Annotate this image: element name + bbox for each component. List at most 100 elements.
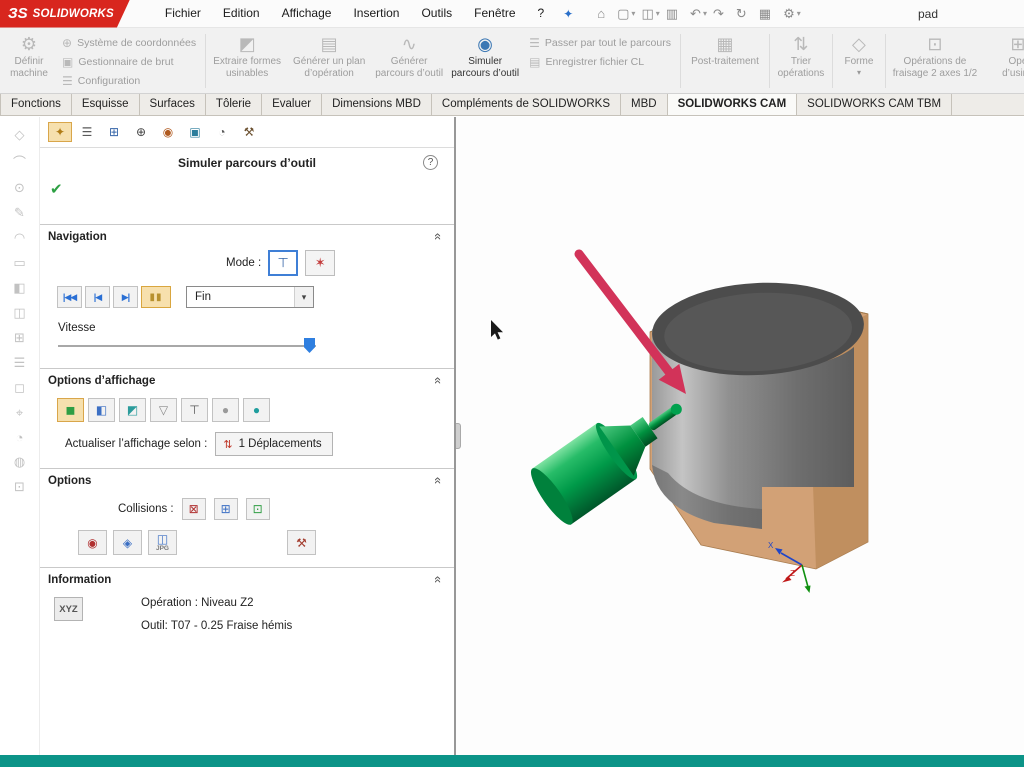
help-icon[interactable]: ? <box>423 155 438 170</box>
ribbon-shape-label: Forme <box>845 56 874 68</box>
home-icon[interactable]: ⌂ <box>591 6 611 21</box>
collision-holder-button[interactable]: ⊞ <box>214 498 238 520</box>
menu-affichage[interactable]: Affichage <box>271 0 343 27</box>
menu-insertion[interactable]: Insertion <box>342 0 410 27</box>
tab-dimensions-mbd[interactable]: Dimensions MBD <box>322 94 432 115</box>
play-to-next-button[interactable]: ▶| <box>113 286 138 308</box>
moves-button[interactable]: ⇅ 1 Déplacements <box>215 432 332 456</box>
sidebar-tool-icon[interactable]: ⌒ <box>13 152 26 171</box>
ribbon-extract-features-button[interactable]: ◩ Extraire formes usinables <box>207 30 287 92</box>
3d-scene[interactable]: X Z <box>456 117 1022 755</box>
show-stock-button[interactable]: ◼ <box>57 398 84 422</box>
ribbon-shape-button[interactable]: ◇ Forme ▾ <box>834 30 884 92</box>
collapse-chevron-icon[interactable]: « <box>431 477 446 484</box>
ok-check-icon[interactable]: ✔ <box>50 180 72 198</box>
collapse-chevron-icon[interactable]: « <box>431 377 446 384</box>
menu-fichier[interactable]: Fichier <box>154 0 212 27</box>
save-image-button[interactable]: ◫ JPG <box>148 530 177 555</box>
panel-tab-stack[interactable]: ▣ <box>183 122 207 142</box>
menu-edition[interactable]: Edition <box>212 0 271 27</box>
rebuild-icon[interactable]: ↻ <box>730 6 753 22</box>
menu-outils[interactable]: Outils <box>410 0 463 27</box>
collapse-chevron-icon[interactable]: « <box>431 576 446 583</box>
sidebar-tool-icon[interactable]: ⊞ <box>14 330 25 346</box>
ribbon-post-process-button[interactable]: ▦ Post-traitement <box>682 30 768 92</box>
sidebar-tool-icon[interactable]: ◫ <box>13 305 25 321</box>
previous-step-button[interactable]: |◀ <box>85 286 110 308</box>
view-settings-icon[interactable]: ▦ <box>753 6 777 22</box>
ribbon-step-through-button[interactable]: ☰ Passer par tout le parcours <box>529 36 671 50</box>
ribbon-coordinate-system-button[interactable]: ⊕ Système de coordonnées <box>62 36 196 50</box>
sidebar-tool-icon[interactable]: ◧ <box>13 280 25 296</box>
position-dropdown[interactable]: Fin ▾ <box>186 286 314 308</box>
sidebar-tool-icon[interactable]: ◠ <box>14 230 25 246</box>
sidebar-tool-icon[interactable]: ⊡ <box>14 479 25 495</box>
ribbon-configuration-button[interactable]: ☰ Configuration <box>62 74 196 88</box>
options-dropdown-icon[interactable]: ▾ <box>797 9 801 18</box>
show-target-button[interactable]: ◧ <box>88 398 115 422</box>
pause-button[interactable]: ▮▮ <box>141 286 171 308</box>
ribbon-sort-operations-button[interactable]: ⇅ Trier opérations <box>771 30 831 92</box>
sidebar-tool-icon[interactable]: ◻ <box>14 380 25 396</box>
panel-tab-operation-tree[interactable]: ✦ <box>48 122 72 142</box>
sidebar-tool-icon[interactable]: ☰ <box>14 355 26 371</box>
panel-tab-globe[interactable]: ◉ <box>156 122 180 142</box>
sidebar-tool-icon[interactable]: ◇ <box>15 127 25 143</box>
tab-solidworks-cam-tbm[interactable]: SOLIDWORKS CAM TBM <box>797 94 952 115</box>
record-simulation-button[interactable]: ◉ <box>78 530 107 555</box>
sidebar-tool-icon[interactable]: ◍ <box>14 454 25 470</box>
tab-mbd[interactable]: MBD <box>621 94 668 115</box>
print-icon[interactable]: ▥ <box>660 6 684 22</box>
ribbon-save-cl-button[interactable]: ▤ Enregistrer fichier CL <box>529 55 671 69</box>
menu-help[interactable]: ? <box>527 0 556 27</box>
panel-tab-tools[interactable]: ⚒ <box>237 122 261 142</box>
sidebar-tool-icon[interactable]: ✎ <box>14 205 25 221</box>
panel-tab-table[interactable]: ☰ <box>75 122 99 142</box>
panel-tab-crosshair[interactable]: ⊕ <box>129 122 153 142</box>
show-machined-button[interactable]: ◩ <box>119 398 146 422</box>
chevron-down-icon[interactable]: ▾ <box>294 287 313 307</box>
panel-tab-tree[interactable]: ⊞ <box>102 122 126 142</box>
collapse-chevron-icon[interactable]: « <box>431 233 446 240</box>
tab-fonctions[interactable]: Fonctions <box>0 94 72 115</box>
menu-fenetre[interactable]: Fenêtre <box>463 0 526 27</box>
collision-fixture-button[interactable]: ⊡ <box>246 498 270 520</box>
show-holder-button[interactable]: ⊤ <box>181 398 208 422</box>
show-tool-button[interactable]: ▽ <box>150 398 177 422</box>
tab-evaluer[interactable]: Evaluer <box>262 94 322 115</box>
ribbon-generate-toolpath-button[interactable]: ∿ Générer parcours d’outil <box>371 30 447 92</box>
ribbon-define-machine-button[interactable]: ⚙ Définir machine <box>2 30 56 92</box>
mode-tool-button[interactable]: ⊤ <box>268 250 298 276</box>
panel-tab-clock[interactable]: ◔ <box>210 122 234 142</box>
xyz-button[interactable]: XYZ <box>54 597 83 621</box>
tab-tolerie[interactable]: Tôlerie <box>206 94 262 115</box>
slider-track[interactable] <box>58 345 316 347</box>
tab-surfaces[interactable]: Surfaces <box>140 94 206 115</box>
pin-menu-icon[interactable]: ✦ <box>563 7 573 21</box>
simulation-settings-button[interactable]: ⚒ <box>287 530 316 555</box>
speed-slider[interactable] <box>58 338 316 354</box>
ribbon-mill-operations-button[interactable]: ⊡ Opérations de fraisage 2 axes 1/2 <box>887 30 983 92</box>
collision-stop-button[interactable]: ⊠ <box>182 498 206 520</box>
panel-splitter-handle[interactable] <box>456 423 461 449</box>
tab-complements-solidworks[interactable]: Compléments de SOLIDWORKS <box>432 94 621 115</box>
shape-dropdown-icon[interactable]: ▾ <box>857 68 861 77</box>
show-shaded-button[interactable]: ● <box>212 398 239 422</box>
save-model-button[interactable]: ◈ <box>113 530 142 555</box>
tab-esquisse[interactable]: Esquisse <box>72 94 140 115</box>
sidebar-tool-icon[interactable]: ◔ <box>16 430 24 445</box>
show-comparison-button[interactable]: ● <box>243 398 270 422</box>
ribbon-machining-operations-button[interactable]: ⊞ Opé d’usina <box>983 30 1024 92</box>
sidebar-tool-icon[interactable]: ⊙ <box>14 180 25 196</box>
skip-to-start-button[interactable]: |◀◀ <box>57 286 82 308</box>
graphics-viewport[interactable]: X Z <box>456 117 1024 755</box>
mode-turbo-button[interactable]: ✶ <box>305 250 335 276</box>
redo-icon[interactable]: ↷ <box>707 6 730 22</box>
ribbon-simulate-toolpath-button[interactable]: ◉ Simuler parcours d’outil <box>447 30 523 92</box>
ribbon-generate-plan-button[interactable]: ▤ Générer un plan d’opération <box>287 30 371 92</box>
sidebar-tool-icon[interactable]: ⌖ <box>16 405 23 421</box>
ribbon-stock-manager-button[interactable]: ▣ Gestionnaire de brut <box>62 55 196 69</box>
sidebar-tool-icon[interactable]: ▭ <box>13 255 25 271</box>
slider-handle[interactable] <box>304 338 315 353</box>
tab-solidworks-cam[interactable]: SOLIDWORKS CAM <box>668 94 798 115</box>
